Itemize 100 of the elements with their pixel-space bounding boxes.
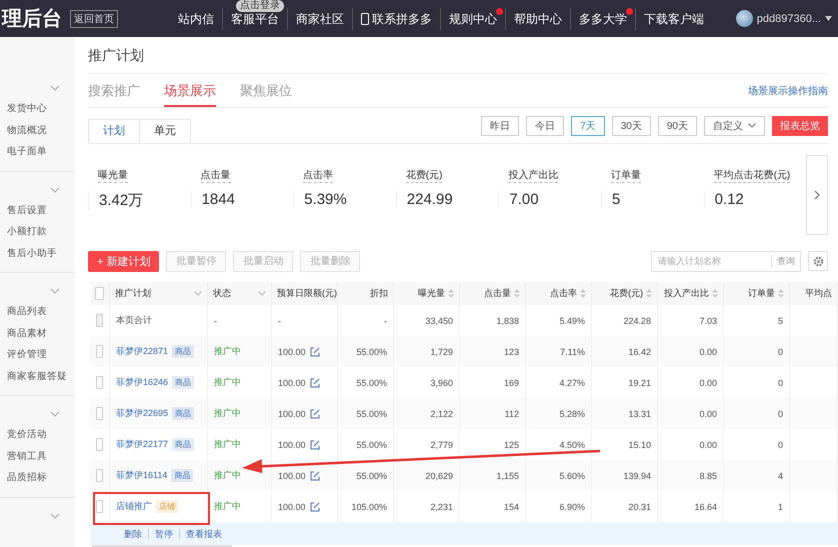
sidebar-item[interactable]: 商品列表 — [7, 301, 47, 322]
chevron-icon[interactable] — [50, 512, 60, 518]
stat-value: 5.39% — [293, 191, 396, 208]
subtab[interactable]: 单元 — [139, 119, 191, 143]
sidebar-item[interactable]: 营销工具 — [7, 446, 47, 467]
date-range-button[interactable]: 90天 — [658, 116, 697, 136]
checkbox[interactable] — [96, 345, 103, 358]
nav-link[interactable]: 多多大学 — [570, 8, 635, 30]
sidebar-item[interactable]: 发货中心 — [7, 98, 47, 120]
settings-icon — [812, 256, 824, 266]
chevron-icon[interactable] — [50, 85, 60, 91]
table-cell: 7.11% — [560, 346, 585, 356]
edit-icon[interactable] — [310, 440, 320, 450]
checkbox[interactable] — [96, 376, 103, 389]
sidebar-item[interactable]: 物流概况 — [7, 120, 47, 141]
sidebar-item[interactable]: 品质招标 — [7, 467, 47, 488]
column-header: 点击量 — [484, 287, 511, 300]
nav-link[interactable]: 下载客户端 — [635, 8, 712, 30]
table-cell: 0 — [778, 346, 783, 356]
date-range-button[interactable]: 自定义 — [704, 116, 765, 136]
table-cell: 本页合计 — [116, 314, 152, 327]
nav-link[interactable]: 规则中心 — [440, 8, 505, 30]
subtab[interactable]: 计划 — [88, 119, 140, 143]
type-tag: 店铺 — [156, 500, 178, 513]
table-cell: 154 — [504, 502, 519, 512]
login-bubble[interactable]: 点击登录 — [236, 0, 284, 12]
table-cell: 5.49% — [559, 316, 585, 326]
checkbox[interactable] — [96, 407, 103, 420]
next-button[interactable] — [806, 155, 828, 235]
sort-icon[interactable] — [448, 289, 454, 298]
settings-button[interactable] — [808, 251, 828, 271]
plan-link[interactable]: 菲梦伊22871 — [116, 345, 168, 358]
chevron-icon[interactable] — [194, 291, 202, 296]
row-action-link[interactable]: 删除 — [118, 528, 148, 538]
edit-icon[interactable] — [310, 346, 320, 356]
checkbox[interactable] — [96, 500, 103, 513]
plan-link[interactable]: 菲梦伊16246 — [116, 376, 168, 389]
sidebar-item[interactable]: 竞价活动 — [7, 424, 47, 446]
sidebar-item[interactable]: 小额打款 — [7, 221, 47, 242]
stat-label: 点击量 — [200, 168, 231, 183]
table-cell: 125 — [504, 440, 519, 450]
edit-icon[interactable] — [310, 408, 320, 418]
table-cell: 0.00 — [699, 378, 717, 388]
plan-link[interactable]: 菲梦伊22695 — [116, 407, 168, 420]
table-cell: 100.00 — [278, 440, 306, 450]
plan-link[interactable]: 店铺推广 — [116, 500, 152, 513]
checkbox[interactable] — [96, 438, 103, 451]
sidebar-item[interactable]: 评价管理 — [7, 344, 47, 366]
tab[interactable]: 场景展示 — [164, 74, 216, 107]
stat-label: 投入产出比 — [508, 168, 558, 183]
chevron-icon[interactable] — [50, 186, 60, 192]
table-cell: 0 — [778, 408, 783, 418]
table-cell: 0 — [778, 378, 783, 388]
chevron-icon[interactable] — [50, 411, 60, 417]
guide-link[interactable]: 场景展示操作指南 — [748, 84, 828, 98]
table-cell: 5 — [778, 316, 783, 326]
report-overview-button[interactable]: 报表总览 — [772, 116, 828, 136]
table-cell: 55.00% — [356, 408, 387, 418]
home-button[interactable]: 返回首页 — [70, 10, 118, 28]
table-cell: 169 — [504, 378, 519, 388]
checkbox[interactable] — [96, 469, 103, 482]
sidebar-item[interactable]: 电子面单 — [7, 141, 47, 162]
sort-icon[interactable] — [514, 289, 520, 298]
sidebar-item[interactable]: 售后小助手 — [7, 242, 57, 264]
plan-link[interactable]: 菲梦伊22177 — [116, 438, 168, 451]
row-action-link[interactable]: 暂停 — [148, 528, 179, 538]
sort-icon[interactable] — [646, 289, 652, 298]
nav-link[interactable]: 帮助中心 — [505, 8, 570, 30]
sidebar-item[interactable]: 商品素材 — [7, 322, 47, 344]
table-cell: 1,155 — [496, 470, 519, 480]
stat-label: 曝光量 — [98, 168, 128, 183]
date-range-button[interactable]: 昨日 — [481, 116, 520, 136]
sort-icon[interactable] — [580, 289, 586, 298]
date-range-button[interactable]: 30天 — [612, 116, 651, 136]
nav-link[interactable]: 站内信 — [170, 8, 222, 30]
table-cell: 100.00 — [278, 502, 306, 512]
date-range-button[interactable]: 今日 — [526, 116, 564, 136]
chevron-icon[interactable] — [258, 291, 266, 296]
sort-icon[interactable] — [778, 289, 784, 298]
table-cell: 1 — [778, 502, 783, 512]
edit-icon[interactable] — [310, 378, 320, 388]
row-action-link[interactable]: 查看报表 — [179, 528, 228, 538]
sort-icon[interactable] — [712, 289, 718, 298]
edit-icon[interactable] — [310, 502, 320, 512]
user-menu[interactable]: pdd897360... — [736, 10, 832, 27]
table-cell: 3,960 — [430, 378, 453, 388]
chevron-icon[interactable] — [50, 288, 60, 294]
table-cell: 8.85 — [699, 470, 717, 480]
new-plan-button[interactable]: + 新建计划 — [88, 250, 160, 272]
stat-value: 5 — [600, 191, 704, 208]
checkbox[interactable] — [95, 287, 104, 300]
nav-link[interactable]: 联系拼多多 — [352, 8, 440, 30]
stat-label: 点击率 — [303, 168, 334, 183]
nav-link[interactable]: 商家社区 — [287, 8, 352, 30]
plan-link[interactable]: 菲梦伊16114 — [116, 469, 168, 482]
date-range-button[interactable]: 7天 — [571, 116, 605, 136]
table-cell: 105.00% — [351, 502, 387, 512]
edit-icon[interactable] — [310, 470, 320, 480]
sidebar-item[interactable]: 售后设置 — [7, 200, 47, 221]
sidebar-item[interactable]: 商家客服答疑 — [7, 366, 67, 387]
